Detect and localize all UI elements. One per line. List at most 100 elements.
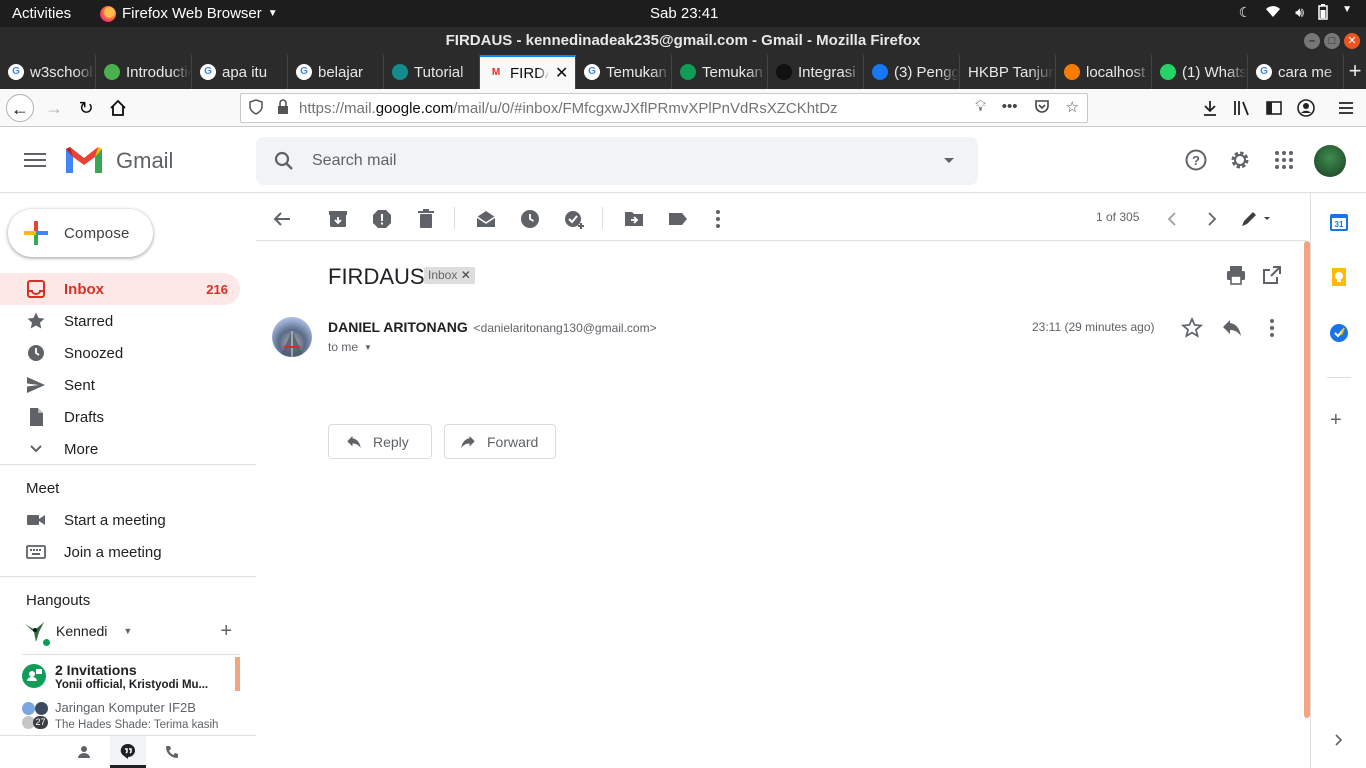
mark-unread-envelope-icon[interactable] xyxy=(474,207,498,231)
reply-button[interactable]: Reply xyxy=(328,424,432,459)
browser-tab[interactable]: (1) WhatsApp xyxy=(1152,55,1248,89)
hangouts-tab[interactable] xyxy=(110,736,146,768)
status-dropdown-icon[interactable]: ▼ xyxy=(123,626,132,636)
close-tab-icon[interactable]: ✕ xyxy=(555,63,569,83)
lightbulb-icon[interactable]: 💡︎ xyxy=(975,98,986,118)
browser-tab[interactable]: M FIRDAUS ✕ xyxy=(480,55,576,89)
bookmark-star-icon[interactable]: ☆ xyxy=(1066,98,1079,118)
contacts-tab[interactable] xyxy=(72,736,96,768)
search-icon[interactable] xyxy=(272,149,296,173)
minimize-button[interactable]: – xyxy=(1304,33,1320,49)
url-text[interactable]: https://mail.google.com/mail/u/0/#inbox/… xyxy=(299,100,838,117)
main-menu-button[interactable] xyxy=(24,149,46,171)
browser-tab[interactable]: localhost xyxy=(1056,55,1152,89)
sidebar-item-starred[interactable]: Starred xyxy=(0,305,240,337)
tracking-protection-icon[interactable] xyxy=(249,99,263,119)
tasks-check-icon[interactable] xyxy=(1329,323,1349,343)
show-details-caret-icon[interactable]: ▼ xyxy=(364,343,372,352)
reply-arrow-icon[interactable] xyxy=(1220,316,1244,340)
search-bar[interactable] xyxy=(256,137,978,185)
browser-tab[interactable]: Gbelajar xyxy=(288,55,384,89)
account-avatar[interactable] xyxy=(1314,145,1346,177)
browser-tab[interactable]: Gcara me xyxy=(1248,55,1344,89)
hangouts-group-chat[interactable]: 27 Jaringan Komputer IF2B The Hades Shad… xyxy=(22,696,240,734)
lock-icon[interactable] xyxy=(277,99,289,119)
app-menu[interactable]: Firefox Web Browser ▼ xyxy=(100,5,278,22)
expand-panel-chevron-icon[interactable] xyxy=(1331,733,1345,747)
search-options-caret-icon[interactable] xyxy=(944,158,954,163)
more-vertical-icon[interactable] xyxy=(706,207,730,231)
more-vertical-icon[interactable] xyxy=(1260,316,1284,340)
browser-tab[interactable]: Introduction xyxy=(96,55,192,89)
recipient-details[interactable]: to me ▼ xyxy=(328,340,372,354)
older-chevron-right-icon[interactable] xyxy=(1200,207,1224,231)
activities-button[interactable]: Activities xyxy=(12,5,71,22)
sidebar-item-sent[interactable]: Sent xyxy=(0,369,240,401)
page-actions-icon[interactable]: ••• xyxy=(1002,98,1018,118)
pocket-icon[interactable] xyxy=(1034,98,1050,118)
browser-tab[interactable]: HKBP Tanjung xyxy=(960,55,1056,89)
label-tag-icon[interactable] xyxy=(666,207,690,231)
maximize-button[interactable]: □ xyxy=(1324,33,1340,49)
archive-icon[interactable] xyxy=(326,207,350,231)
sender-avatar[interactable] xyxy=(272,317,312,357)
get-addons-plus-icon[interactable]: + xyxy=(1330,409,1342,432)
gmail-logo-text[interactable]: Gmail xyxy=(116,148,173,174)
search-input[interactable] xyxy=(312,149,912,173)
inbox-label-chip[interactable]: Inbox ✕ xyxy=(424,267,475,284)
new-conversation-plus-icon[interactable]: + xyxy=(220,620,232,643)
hangouts-invitations[interactable]: 2 Invitations Yonii official, Kristyodi … xyxy=(22,657,240,695)
report-spam-icon[interactable] xyxy=(370,207,394,231)
sidebar-item-more[interactable]: More xyxy=(0,433,240,465)
new-tab-button[interactable]: + xyxy=(1344,55,1366,89)
phone-tab[interactable] xyxy=(160,736,184,768)
sidebar-item-inbox[interactable]: Inbox 216 xyxy=(0,273,240,305)
hangouts-scrollbar[interactable] xyxy=(235,657,240,691)
browser-tab[interactable]: Integrasi xyxy=(768,55,864,89)
home-button[interactable] xyxy=(104,94,132,122)
browser-tab[interactable]: G Temukan xyxy=(576,55,672,89)
library-button[interactable] xyxy=(1228,94,1256,122)
reload-button[interactable]: ↻ xyxy=(72,94,100,122)
keep-lightbulb-icon[interactable] xyxy=(1329,267,1349,287)
sender-name[interactable]: DANIEL ARITONANG <danielaritonang130@gma… xyxy=(328,319,657,335)
delete-trash-icon[interactable] xyxy=(414,207,438,231)
forward-button[interactable]: Forward xyxy=(444,424,556,459)
print-icon[interactable] xyxy=(1224,263,1248,287)
back-button[interactable]: ← xyxy=(6,94,34,122)
browser-tab[interactable]: Tutorial xyxy=(384,55,480,89)
sidebar-item-snoozed[interactable]: Snoozed xyxy=(0,337,240,369)
browser-tab[interactable]: Gapa itu xyxy=(192,55,288,89)
gmail-logo-icon[interactable] xyxy=(64,145,104,175)
open-new-window-icon[interactable] xyxy=(1260,263,1284,287)
menu-button[interactable] xyxy=(1332,94,1360,122)
clock[interactable]: Sab 23:41 xyxy=(650,5,718,22)
close-window-button[interactable]: ✕ xyxy=(1344,33,1360,49)
system-tray[interactable]: ☾ 🔊︎ ▼ xyxy=(1239,4,1352,23)
snooze-clock-icon[interactable] xyxy=(518,207,542,231)
account-button[interactable] xyxy=(1292,94,1320,122)
back-to-inbox-arrow-icon[interactable] xyxy=(270,207,294,231)
remove-label-x-icon[interactable]: ✕ xyxy=(461,268,471,282)
move-to-folder-icon[interactable] xyxy=(622,207,646,231)
browser-tab[interactable]: Temukan xyxy=(672,55,768,89)
input-tools-pencil-icon[interactable] xyxy=(1238,207,1274,231)
help-icon[interactable]: ? xyxy=(1184,148,1208,172)
browser-tab[interactable]: (3) Pengguna xyxy=(864,55,960,89)
hangouts-user-row[interactable]: Kennedi ▼ + xyxy=(22,617,240,647)
join-meeting-button[interactable]: Join a meeting xyxy=(0,536,240,568)
settings-gear-icon[interactable] xyxy=(1228,148,1252,172)
browser-tab[interactable]: Gw3schools xyxy=(0,55,96,89)
compose-button[interactable]: Compose xyxy=(8,209,153,257)
star-icon[interactable] xyxy=(1180,316,1204,340)
forward-button[interactable]: → xyxy=(40,94,68,122)
calendar-icon[interactable]: 31 xyxy=(1329,212,1349,232)
start-meeting-button[interactable]: Start a meeting xyxy=(0,504,240,536)
apps-grid-icon[interactable] xyxy=(1272,148,1296,172)
sidebar-item-drafts[interactable]: Drafts xyxy=(0,401,240,433)
add-to-tasks-icon[interactable] xyxy=(562,207,586,231)
sidebar-toggle-button[interactable] xyxy=(1260,94,1288,122)
address-bar[interactable]: https://mail.google.com/mail/u/0/#inbox/… xyxy=(240,93,1088,123)
downloads-button[interactable] xyxy=(1196,94,1224,122)
newer-chevron-left-icon[interactable] xyxy=(1160,207,1184,231)
